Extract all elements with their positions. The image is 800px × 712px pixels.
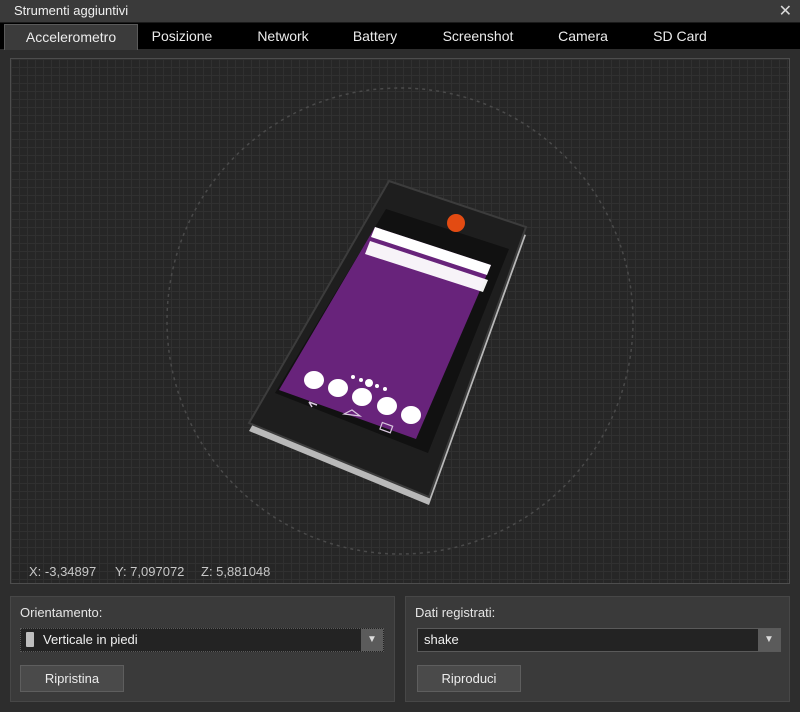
recorded-data-value: shake [424,632,459,647]
tab-screenshot[interactable]: Screenshot [430,23,526,49]
orientation-panel: Orientamento: Verticale in piedi ▼ Ripri… [10,596,395,702]
recorded-data-select[interactable]: shake ▼ [417,628,781,652]
tab-network[interactable]: Network [244,23,322,49]
window-title: Strumenti aggiuntivi [14,3,129,18]
accel-y-value: Y: 7,097072 [115,564,185,579]
orientation-select[interactable]: Verticale in piedi ▼ [20,628,384,652]
orientation-value: Verticale in piedi [43,632,138,647]
phone-icon [26,632,34,647]
camera-icon [447,214,465,232]
close-icon[interactable]: ✕ [779,1,792,21]
device-3d-view [166,87,634,555]
accel-x-value: X: -3,34897 [29,564,97,579]
chevron-down-icon[interactable]: ▼ [361,629,383,651]
tab-battery[interactable]: Battery [342,23,408,49]
tab-camera[interactable]: Camera [548,23,618,49]
app-icon [352,388,372,406]
title-bar: Strumenti aggiuntivi ✕ [0,0,800,23]
tab-accelerometro[interactable]: Accelerometro [4,24,138,50]
recorded-data-panel: Dati registrati: shake ▼ Riproduci [405,596,790,702]
orientation-label: Orientamento: [20,605,103,620]
accelerometer-viewport[interactable]: X: -3,34897 Y: 7,097072 Z: 5,881048 [10,58,790,584]
app-icon [377,397,397,415]
app-icon [304,371,324,389]
app-icon [328,379,348,397]
tab-bar: Accelerometro Posizione Network Battery … [0,23,800,50]
tab-sd-card[interactable]: SD Card [640,23,720,49]
chevron-down-icon[interactable]: ▼ [758,629,780,651]
tab-posizione[interactable]: Posizione [140,23,224,49]
accel-z-value: Z: 5,881048 [201,564,271,579]
app-icon [401,406,421,424]
reset-button[interactable]: Ripristina [20,665,124,692]
play-button[interactable]: Riproduci [417,665,521,692]
recorded-data-label: Dati registrati: [415,605,496,620]
